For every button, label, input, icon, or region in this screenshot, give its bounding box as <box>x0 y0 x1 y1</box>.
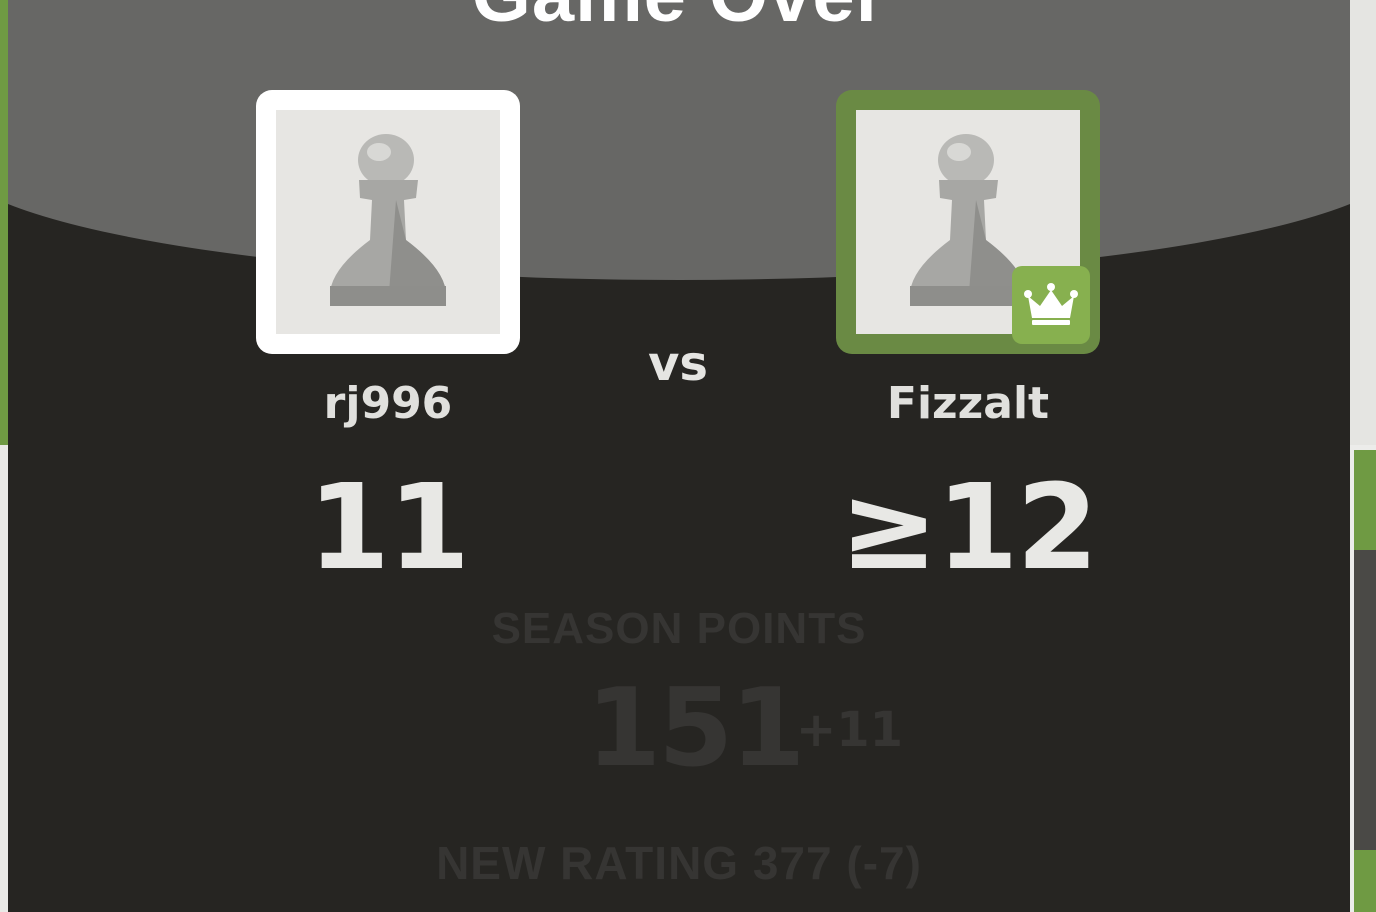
modal-title: Game Over <box>8 0 1350 39</box>
player-right-score: ≥12 <box>839 458 1098 596</box>
background-board-left <box>0 0 8 912</box>
player-right-name[interactable]: Fizzalt <box>818 378 1118 429</box>
vs-label: vs <box>648 336 708 392</box>
season-points-value: 151 <box>586 666 805 791</box>
crown-icon <box>1024 283 1078 325</box>
background-board-right <box>1350 0 1376 912</box>
pawn-icon <box>330 134 446 306</box>
new-rating-text: NEW RATING 377 (-7) <box>436 837 922 889</box>
game-over-modal: Game Over rj996 11 vs <box>8 0 1350 912</box>
winner-badge <box>1012 266 1090 344</box>
modal-header <box>8 0 1350 280</box>
player-left-name[interactable]: rj996 <box>238 378 538 429</box>
player-right-avatar[interactable] <box>836 90 1100 354</box>
season-points-delta: +11 <box>796 702 904 758</box>
player-left-score: 11 <box>307 458 470 596</box>
player-left-avatar[interactable] <box>256 90 520 354</box>
season-points-label: SEASON POINTS <box>491 604 867 653</box>
